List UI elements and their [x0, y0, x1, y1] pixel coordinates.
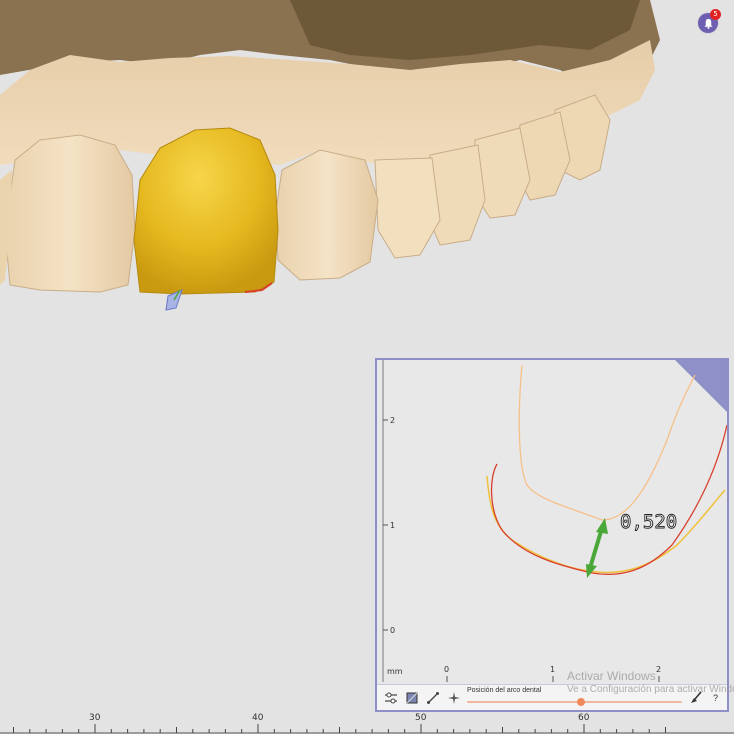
- arch-position-label: Posición del arco dental: [467, 687, 542, 694]
- ruler-label: 40: [252, 713, 264, 723]
- notification-button[interactable]: 5: [698, 9, 721, 33]
- y-tick-label: 1: [390, 521, 395, 530]
- x-tick-label: 2: [656, 665, 661, 674]
- y-tick-label: 0: [390, 626, 395, 635]
- arch-position-slider[interactable]: [467, 698, 682, 706]
- cross-section-plot[interactable]: 2 1 0 0 1 2 mm 0,520: [377, 360, 727, 685]
- arch-position-slider-thumb[interactable]: [576, 698, 585, 706]
- cube-view-button[interactable]: [403, 689, 420, 706]
- ruler-label: 50: [415, 713, 427, 723]
- measurement-arrow-shaft: [588, 527, 604, 569]
- crosshair-button[interactable]: [445, 689, 462, 706]
- measure-tool-icon: [426, 691, 439, 704]
- measurement-value: 0,520: [620, 511, 677, 533]
- measure-tool-button[interactable]: [424, 689, 441, 706]
- notification-count-badge: 5: [710, 9, 721, 20]
- cube-view-icon: [406, 692, 417, 703]
- brush-icon: [690, 690, 702, 703]
- sliders-icon: [384, 692, 397, 703]
- x-tick-label: 0: [444, 665, 449, 674]
- lateral-incisor-right: [275, 149, 379, 281]
- measurement-arrow-head-bottom: [586, 564, 597, 578]
- central-incisor-left: [4, 134, 136, 293]
- bottom-ruler: 30 40 50 60: [0, 713, 734, 734]
- unit-label: mm: [387, 667, 403, 676]
- y-tick-label: 2: [390, 416, 395, 425]
- antagonist-curve: [490, 424, 727, 576]
- ruler-label: 30: [89, 713, 101, 723]
- cross-section-panel[interactable]: 2 1 0 0 1 2 mm 0,520 Posición del arco denta…: [375, 358, 734, 712]
- ruler-label: 60: [578, 713, 590, 723]
- section-toolbar: Posición del arco dental ? Activar Windo…: [377, 669, 734, 710]
- orientation-corner-icon: [675, 360, 727, 412]
- canine-right: [374, 157, 441, 259]
- light-outline-curve: [518, 364, 696, 521]
- crosshair-icon: [447, 691, 460, 704]
- x-tick-label: 1: [550, 665, 555, 674]
- help-button[interactable]: ?: [707, 689, 724, 706]
- brush-button[interactable]: [687, 689, 704, 706]
- sliders-button[interactable]: [382, 689, 399, 706]
